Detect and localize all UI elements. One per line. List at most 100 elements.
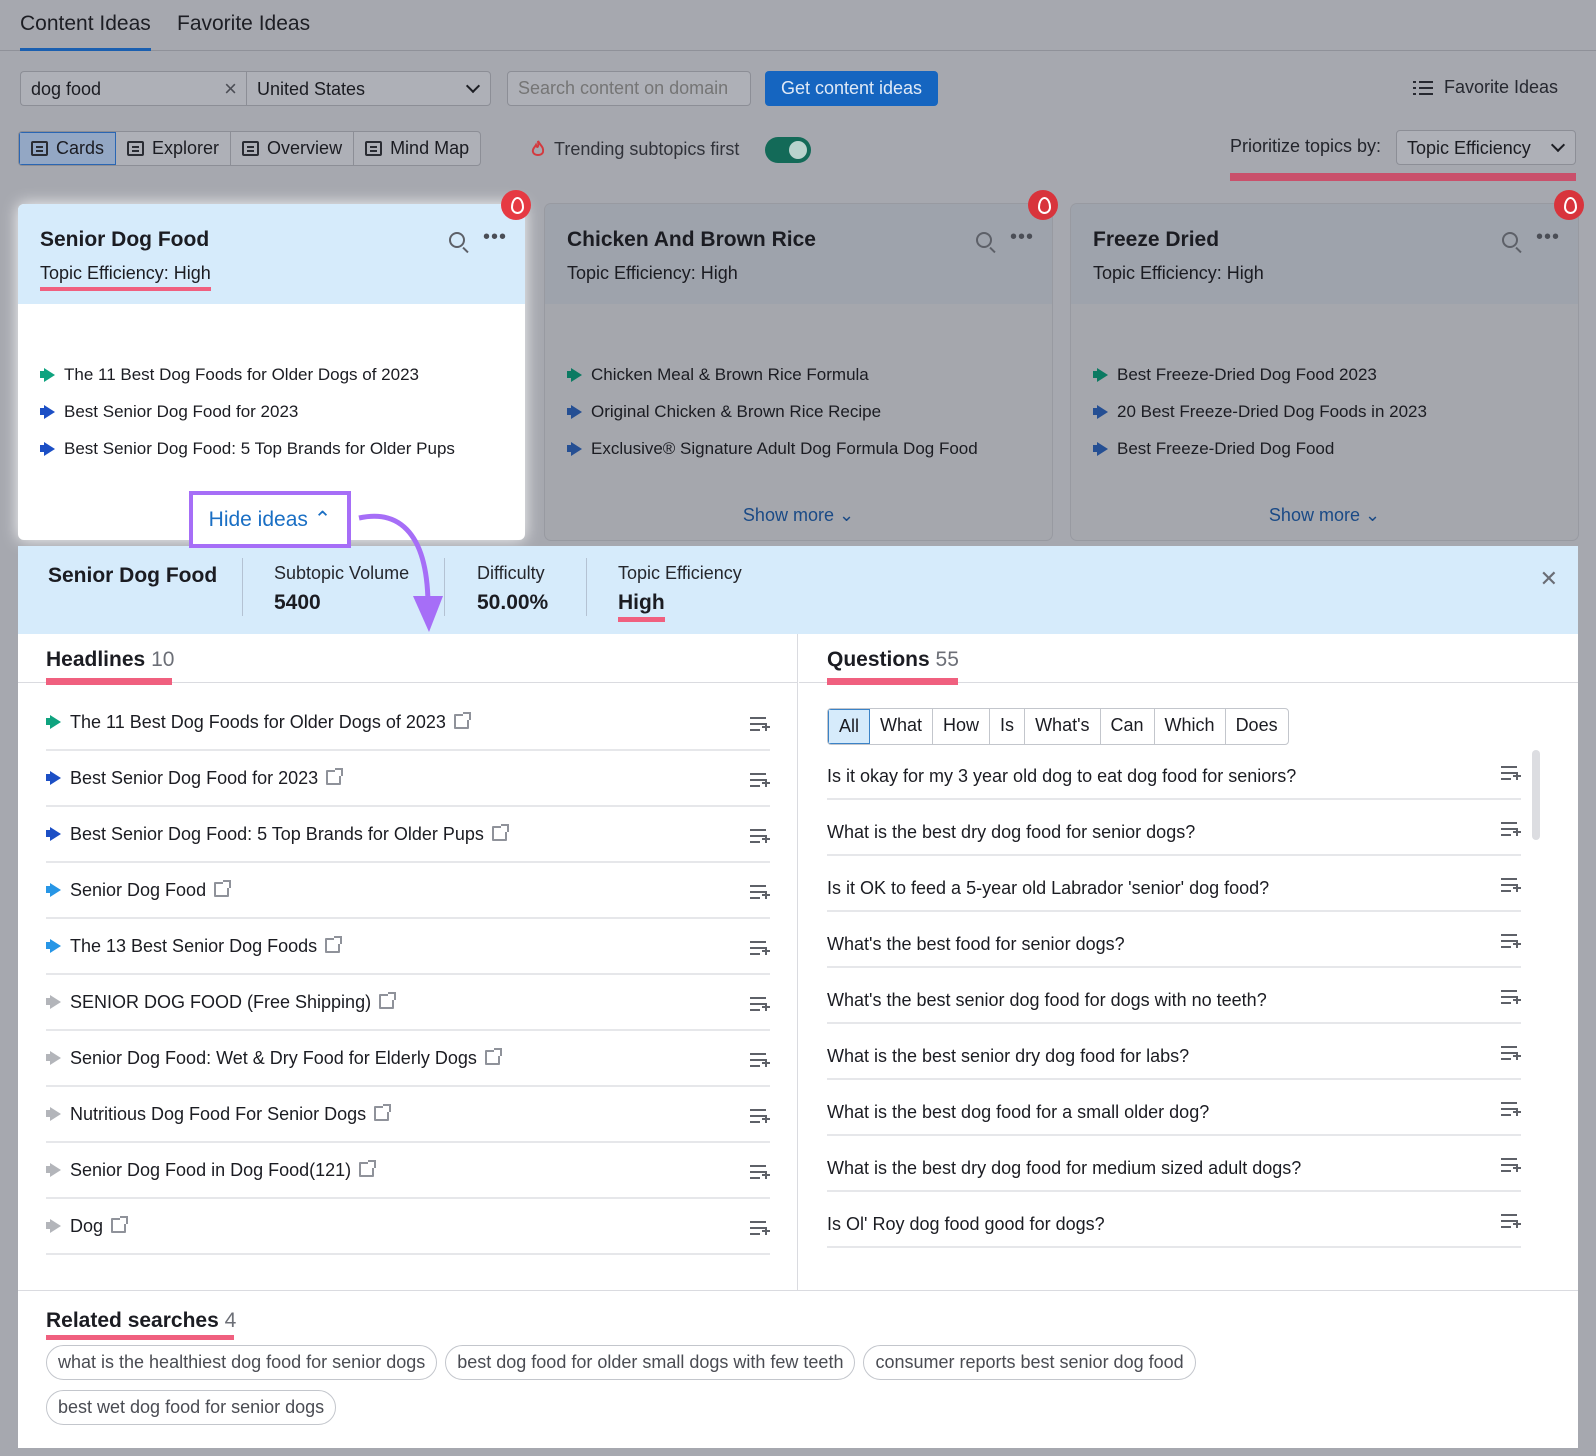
more-options-icon[interactable]: •••: [483, 226, 507, 249]
related-search-chip[interactable]: best dog food for older small dogs with …: [445, 1345, 856, 1380]
hide-ideas-button[interactable]: Hide ideas ⌃: [189, 491, 351, 548]
external-link-icon[interactable]: [214, 879, 232, 897]
headline-text[interactable]: Best Senior Dog Food: 5 Top Brands for O…: [70, 823, 509, 845]
idea-text: Chicken Meal & Brown Rice Formula: [591, 364, 869, 384]
tab-content-ideas[interactable]: Content Ideas: [20, 12, 151, 51]
related-search-chip[interactable]: best wet dog food for senior dogs: [46, 1390, 337, 1425]
add-to-list-icon[interactable]: [1501, 822, 1521, 836]
question-filter-can[interactable]: Can: [1101, 709, 1155, 744]
related-search-chip[interactable]: consumer reports best senior dog food: [863, 1345, 1196, 1380]
external-link-icon[interactable]: [484, 1047, 502, 1065]
topic-card[interactable]: Chicken And Brown Rice Topic Efficiency:…: [545, 190, 1058, 540]
stat-value: High: [618, 591, 665, 622]
add-to-list-icon[interactable]: [1501, 934, 1521, 948]
card-idea: Chicken Meal & Brown Rice Formula: [567, 356, 1052, 393]
question-row: Is it okay for my 3 year old dog to eat …: [827, 744, 1521, 800]
headline-text[interactable]: The 13 Best Senior Dog Foods: [70, 935, 343, 957]
question-filter-is[interactable]: Is: [990, 709, 1026, 744]
view-overview-button[interactable]: Overview: [231, 132, 355, 165]
card-title: Chicken And Brown Rice: [567, 228, 816, 251]
prioritize-select[interactable]: Topic Efficiency: [1396, 130, 1576, 165]
headline-text[interactable]: Senior Dog Food in Dog Food(121): [70, 1159, 377, 1181]
external-link-icon[interactable]: [359, 1159, 377, 1177]
headline-text[interactable]: Best Senior Dog Food for 2023: [70, 767, 344, 789]
prioritize-value: Topic Efficiency: [1407, 138, 1531, 158]
get-content-ideas-button[interactable]: Get content ideas: [765, 71, 938, 106]
keyword-input[interactable]: dog food ×: [20, 71, 247, 106]
add-to-list-icon[interactable]: [750, 717, 770, 731]
headline-label: Best Senior Dog Food for 2023: [70, 767, 319, 788]
more-options-icon[interactable]: •••: [1010, 226, 1034, 249]
tab-favorite-ideas[interactable]: Favorite Ideas: [177, 12, 310, 36]
external-link-icon[interactable]: [111, 1215, 129, 1233]
add-to-list-icon[interactable]: [1501, 1046, 1521, 1060]
headlines-header: Headlines 10: [18, 634, 797, 685]
add-to-list-icon[interactable]: [750, 941, 770, 955]
view-explorer-button[interactable]: Explorer: [116, 132, 232, 165]
trending-flame-icon: [501, 190, 531, 220]
headline-text[interactable]: Senior Dog Food: [70, 879, 232, 901]
more-options-icon[interactable]: •••: [1536, 226, 1560, 249]
add-to-list-icon[interactable]: [1501, 1214, 1521, 1228]
question-filter-which[interactable]: Which: [1155, 709, 1226, 744]
show-more-link[interactable]: Show more ⌄: [545, 505, 1052, 526]
external-link-icon[interactable]: [491, 823, 509, 841]
add-to-list-icon[interactable]: [750, 885, 770, 899]
external-link-icon[interactable]: [325, 935, 343, 953]
question-filter-how[interactable]: How: [933, 709, 991, 744]
clear-icon[interactable]: ×: [224, 76, 237, 102]
add-to-list-icon[interactable]: [1501, 1158, 1521, 1172]
external-link-icon[interactable]: [326, 767, 344, 785]
question-filter-all[interactable]: All: [828, 709, 871, 744]
search-icon[interactable]: [449, 232, 465, 248]
scrollbar[interactable]: [1532, 750, 1540, 840]
view-mind-map-button[interactable]: Mind Map: [354, 132, 480, 165]
external-link-icon[interactable]: [374, 1103, 392, 1121]
add-to-list-icon[interactable]: [750, 829, 770, 843]
add-to-list-icon[interactable]: [1501, 766, 1521, 780]
topic-card[interactable]: Senior Dog Food Topic Efficiency: High •…: [18, 190, 531, 540]
show-more-label: Show more: [1268, 505, 1360, 525]
add-to-list-icon[interactable]: [750, 1109, 770, 1123]
domain-search-input[interactable]: [507, 71, 751, 106]
headline-text[interactable]: The 11 Best Dog Foods for Older Dogs of …: [70, 711, 471, 733]
megaphone-icon: [46, 715, 62, 729]
related-search-chip[interactable]: what is the healthiest dog food for seni…: [46, 1345, 438, 1380]
search-icon[interactable]: [976, 232, 992, 248]
external-link-icon[interactable]: [453, 711, 471, 729]
country-select[interactable]: United States: [246, 71, 491, 106]
topic-card[interactable]: Freeze Dried Topic Efficiency: High ••• …: [1071, 190, 1584, 540]
question-filter-what[interactable]: What: [870, 709, 934, 744]
headlines-column: Headlines 10 The 11 Best Dog Foods for O…: [18, 634, 798, 1290]
add-to-list-icon[interactable]: [750, 1053, 770, 1067]
close-icon[interactable]: ✕: [1540, 566, 1558, 592]
card-title: Senior Dog Food: [40, 228, 210, 251]
add-to-list-icon[interactable]: [750, 997, 770, 1011]
add-to-list-icon[interactable]: [750, 1221, 770, 1235]
headline-text[interactable]: SENIOR DOG FOOD (Free Shipping): [70, 991, 397, 1013]
question-filter-does[interactable]: Does: [1226, 709, 1288, 744]
add-to-list-icon[interactable]: [1501, 1102, 1521, 1116]
search-icon[interactable]: [1502, 232, 1518, 248]
headline-text[interactable]: Dog: [70, 1215, 129, 1237]
add-to-list-icon[interactable]: [1501, 878, 1521, 892]
show-more-link[interactable]: Show more ⌄: [1071, 505, 1578, 526]
headline-text[interactable]: Nutritious Dog Food For Senior Dogs: [70, 1103, 392, 1125]
related-searches: Related searches 4 what is the healthies…: [18, 1290, 1578, 1448]
add-to-list-icon[interactable]: [750, 1165, 770, 1179]
add-to-list-icon[interactable]: [750, 773, 770, 787]
question-text: Is it okay for my 3 year old dog to eat …: [827, 766, 1297, 786]
headline-text[interactable]: Senior Dog Food: Wet & Dry Food for Elde…: [70, 1047, 502, 1069]
idea-text: Best Freeze-Dried Dog Food 2023: [1117, 364, 1377, 384]
add-to-list-icon[interactable]: [1501, 990, 1521, 1004]
question-filter-whats[interactable]: What's: [1025, 709, 1101, 744]
headline-label: The 13 Best Senior Dog Foods: [70, 935, 318, 956]
table-icon: [127, 141, 145, 156]
view-cards-button[interactable]: Cards: [19, 132, 117, 165]
question-text: What's the best food for senior dogs?: [827, 934, 1125, 954]
trending-toggle[interactable]: [765, 137, 811, 163]
external-link-icon[interactable]: [379, 991, 397, 1009]
favorite-ideas-link[interactable]: Favorite Ideas: [1444, 77, 1558, 98]
headline-label: Senior Dog Food: Wet & Dry Food for Elde…: [70, 1047, 477, 1068]
questions-label: Questions: [827, 648, 930, 671]
